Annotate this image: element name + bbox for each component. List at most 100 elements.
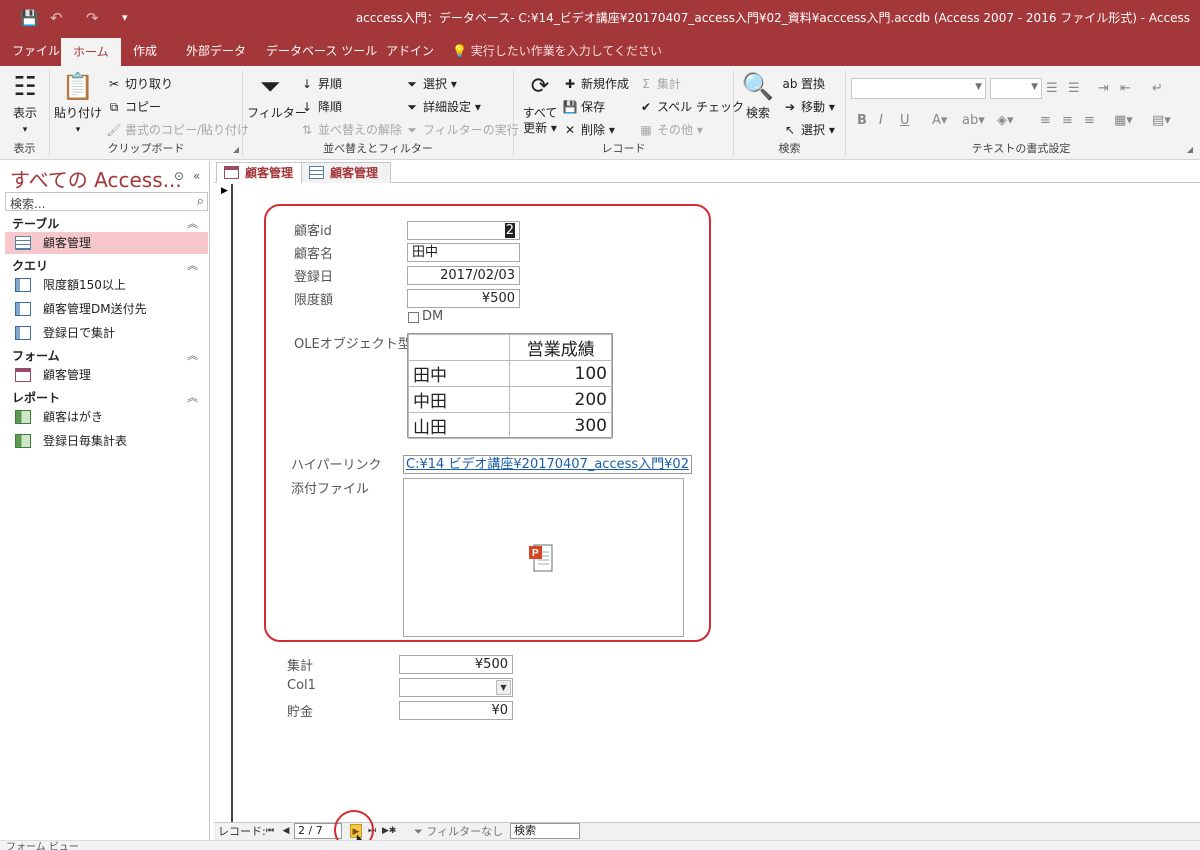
label-credit-limit: 限度額	[294, 293, 334, 308]
nav-title[interactable]: すべての Access...	[10, 164, 182, 193]
dm-checkbox[interactable]	[408, 312, 419, 323]
font-name-combo[interactable]: ▼	[851, 78, 986, 99]
col1-combobox[interactable]: ▼	[399, 678, 513, 697]
find-button[interactable]: 🔍 検索	[738, 72, 778, 121]
nav-group-reports[interactable]: レポート ︽	[0, 387, 210, 407]
refresh-icon: ⟳	[530, 74, 550, 99]
delete-record-button[interactable]: ✕ 削除 ▾	[562, 120, 615, 140]
clipboard-launcher-icon[interactable]: ◢	[233, 145, 239, 154]
nav-item-report-daily[interactable]: 登録日毎集計表	[5, 430, 208, 452]
new-record-nav-icon[interactable]: ▶✱	[382, 824, 396, 838]
remove-sort-button[interactable]: ⇅ 並べ替えの解除	[299, 120, 402, 140]
sort-descending-button[interactable]: ↓ 降順	[299, 97, 342, 117]
no-filter-button[interactable]: ⏷ フィルターなし	[414, 824, 503, 839]
nav-item-query-date[interactable]: 登録日で集計	[5, 322, 208, 344]
more-button[interactable]: ▦ その他 ▾	[638, 120, 703, 140]
bold-button[interactable]: B	[857, 112, 867, 130]
highlight-icon[interactable]: ab▾	[962, 112, 985, 130]
select-label: 選択	[801, 123, 826, 137]
format-painter-button[interactable]: 🖌 書式のコピー/貼り付け	[106, 120, 249, 140]
replace-button[interactable]: ab 置換	[782, 74, 826, 94]
alt-row-color-icon[interactable]: ▤▾	[1152, 112, 1171, 130]
save-record-button[interactable]: 💾 保存	[562, 97, 606, 117]
last-record-icon[interactable]: ⏭	[366, 824, 378, 838]
label-customer-name: 顧客名	[294, 247, 334, 262]
tab-external-data[interactable]: 外部データ	[174, 36, 258, 66]
advanced-button[interactable]: ⏷ 詳細設定 ▾	[404, 97, 481, 117]
savings-field[interactable]: ¥0	[399, 701, 513, 720]
record-position-input[interactable]: 2 / 7	[294, 823, 342, 839]
save-icon[interactable]: 💾	[20, 9, 39, 27]
nav-item-query-dm[interactable]: 顧客管理DM送付先	[5, 298, 208, 320]
collapse-nav-icon[interactable]: «	[193, 169, 200, 183]
nav-item-form-customers[interactable]: 顧客管理	[5, 364, 208, 386]
group-label-find: 検索	[778, 142, 801, 155]
cut-button[interactable]: ✂ 切り取り	[106, 74, 173, 94]
gridlines-icon[interactable]: ▦▾	[1114, 112, 1133, 130]
customer-name-field[interactable]: 田中	[407, 243, 520, 262]
fill-color-icon[interactable]: ◈▾	[997, 112, 1014, 130]
align-left-icon[interactable]: ≡	[1040, 112, 1051, 130]
underline-button[interactable]: U	[900, 112, 910, 130]
record-selector[interactable]: ▶	[214, 184, 233, 822]
copy-button[interactable]: ⧉ コピー	[106, 97, 161, 117]
align-right-icon[interactable]: ≡	[1084, 112, 1095, 130]
doc-tab-table-customers[interactable]: 顧客管理	[301, 162, 392, 183]
nav-group-queries[interactable]: クエリ ︽	[0, 255, 210, 275]
customize-qat-icon[interactable]: ▾	[122, 9, 128, 27]
outdent-icon[interactable]: ⇤	[1120, 80, 1131, 98]
tab-database-tools[interactable]: データベース ツール	[254, 36, 389, 66]
font-size-combo[interactable]: ▼	[990, 78, 1042, 99]
registration-date-field[interactable]: 2017/02/03	[407, 266, 520, 285]
first-record-icon[interactable]: ⏮	[264, 824, 276, 838]
paragraph-icon[interactable]: ↵	[1152, 80, 1163, 98]
nav-item-report-postcard[interactable]: 顧客はがき	[5, 406, 208, 428]
sort-ascending-button[interactable]: ↓ 昇順	[299, 74, 342, 94]
filter-button[interactable]: ⏷ フィルター	[247, 72, 307, 121]
ole-row-name: 山田	[407, 412, 511, 439]
text-format-launcher-icon[interactable]: ◢	[1187, 145, 1193, 154]
customer-id-field[interactable]: 2	[407, 221, 520, 240]
total-field[interactable]: ¥500	[399, 655, 513, 674]
doc-tab-form-customers[interactable]: 顧客管理	[216, 162, 307, 183]
ole-row-name: 田中	[407, 360, 511, 387]
nav-item-query-limit[interactable]: 限度額150以上	[5, 274, 208, 296]
nav-search-input[interactable]: 検索... ⌕	[5, 192, 208, 211]
spelling-button[interactable]: ✔ スペル チェック	[638, 97, 744, 117]
italic-button[interactable]: I	[879, 112, 883, 130]
select-button[interactable]: ↖ 選択 ▾	[782, 120, 835, 140]
tab-home[interactable]: ホーム	[61, 38, 121, 66]
undo-icon[interactable]: ↶	[50, 9, 63, 27]
nav-group-tables[interactable]: テーブル ︽	[0, 213, 210, 233]
align-center-icon[interactable]: ≡	[1062, 112, 1073, 130]
redo-icon[interactable]: ↷	[86, 9, 99, 27]
refresh-all-button[interactable]: ⟳ すべて 更新 ▾	[520, 72, 560, 136]
tab-addins[interactable]: アドイン	[374, 36, 446, 66]
selection-button[interactable]: ⏷ 選択 ▾	[404, 74, 457, 94]
tab-create[interactable]: 作成	[121, 36, 169, 66]
view-button[interactable]: ☷ 表示 ▾	[6, 72, 44, 138]
tell-me-box[interactable]: 💡 実行したい作業を入力してください	[452, 36, 662, 66]
ole-object-field[interactable]: 営業成績 田中 100 中田 200 山田 300	[407, 333, 613, 439]
previous-record-icon[interactable]: ◀	[280, 824, 292, 838]
chevron-down-icon[interactable]: ▼	[496, 680, 511, 695]
font-color-icon[interactable]: A▾	[932, 112, 947, 130]
nav-item-table-customers[interactable]: 顧客管理	[5, 232, 208, 254]
nav-item-label: 顧客管理	[43, 236, 92, 250]
credit-limit-field[interactable]: ¥500	[407, 289, 520, 308]
delete-x-icon: ✕	[564, 123, 576, 137]
attachment-field[interactable]: P	[403, 478, 684, 637]
paste-button[interactable]: 📋 貼り付け ▾	[54, 72, 102, 138]
goto-button[interactable]: ➔ 移動 ▾	[782, 97, 835, 117]
totals-button[interactable]: Σ 集計	[638, 74, 681, 94]
nav-menu-icon[interactable]: ⊙	[174, 169, 184, 183]
record-search-input[interactable]: 検索	[510, 823, 580, 839]
toggle-filter-button[interactable]: ⏷ フィルターの実行	[404, 120, 519, 140]
more-label: その他	[657, 123, 694, 137]
bullets-icon[interactable]: ☰	[1046, 80, 1058, 98]
nav-group-forms[interactable]: フォーム ︽	[0, 345, 210, 365]
new-record-button[interactable]: ✚ 新規作成	[562, 74, 629, 94]
numbering-icon[interactable]: ☰	[1068, 80, 1080, 98]
hyperlink-field[interactable]: C:¥14 ビデオ講座¥20170407_access入門¥02	[403, 455, 692, 474]
indent-icon[interactable]: ⇥	[1098, 80, 1109, 98]
